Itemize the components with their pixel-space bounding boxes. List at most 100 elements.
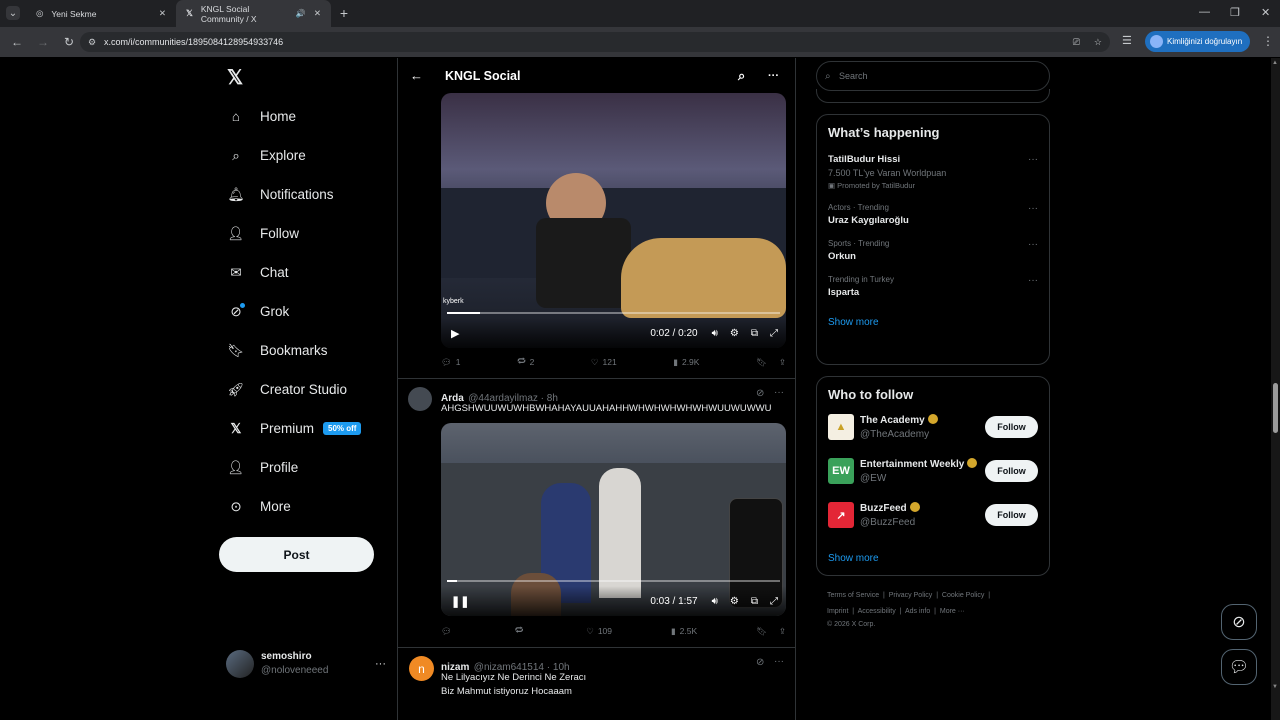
footer-link[interactable]: More ··· xyxy=(940,608,965,615)
views-button[interactable]: ▮ 2.5K xyxy=(671,625,697,637)
restore-icon[interactable]: ❐ xyxy=(1230,6,1240,19)
bookmark-star-icon[interactable]: ☆ xyxy=(1094,37,1102,48)
search-input[interactable]: ⌕ Search xyxy=(816,61,1050,91)
avatar[interactable]: n xyxy=(409,656,434,681)
tab-kngl-social[interactable]: 𝕏 KNGL Social Community / X 🔊 ✕ xyxy=(176,0,331,27)
minimize-icon[interactable]: — xyxy=(1199,6,1210,18)
nav-notifications[interactable]: 🔔︎ Notifications xyxy=(227,175,395,214)
like-button[interactable]: ♡ 121 xyxy=(591,356,617,368)
show-more-link[interactable]: Show more xyxy=(828,553,1038,564)
nav-bookmarks[interactable]: 🔖︎ Bookmarks xyxy=(227,331,395,370)
footer-link[interactable]: Privacy Policy xyxy=(889,592,933,599)
volume-icon[interactable]: 🔊︎ xyxy=(712,596,718,607)
nav-profile[interactable]: 👤︎ Profile xyxy=(227,448,395,487)
close-tab-icon[interactable]: ✕ xyxy=(314,8,321,19)
grok-icon[interactable]: ⊘ xyxy=(756,388,764,399)
new-tab-icon[interactable]: + xyxy=(337,5,351,21)
more-dots-icon[interactable]: ··· xyxy=(1028,154,1038,165)
share-icon[interactable]: ⇪ xyxy=(779,626,786,637)
address-bar[interactable]: ⚙ x.com/i/communities/189508412895493374… xyxy=(80,32,1110,52)
tab-new-tab[interactable]: ◎ Yeni Sekme ✕ xyxy=(26,0,176,27)
chrome-menu-icon[interactable]: ⋮ xyxy=(1262,34,1274,48)
more-dots-icon[interactable]: ··· xyxy=(774,656,784,667)
close-window-icon[interactable]: ✕ xyxy=(1261,6,1270,19)
avatar[interactable] xyxy=(408,387,432,411)
more-dots-icon[interactable]: ··· xyxy=(768,70,779,82)
follow-button[interactable]: Follow xyxy=(985,460,1038,482)
nav-chat[interactable]: ✉ Chat xyxy=(227,253,395,292)
chat-fab-button[interactable]: 💬︎ xyxy=(1221,649,1257,685)
reading-list-icon[interactable]: ☰ xyxy=(1122,34,1132,47)
trend-item[interactable]: TatilBudur Hissi 7.500 TL'ye Varan World… xyxy=(828,154,1038,190)
nav-more[interactable]: ⊙ More xyxy=(227,487,395,526)
footer-link[interactable]: Terms of Service xyxy=(827,592,879,599)
nav-home[interactable]: ⌂ Home xyxy=(227,97,395,136)
back-icon[interactable]: ← xyxy=(8,33,26,51)
profile-verify-button[interactable]: Kimliğinizi doğrulayın xyxy=(1145,31,1250,52)
pause-icon[interactable]: ❚❚ xyxy=(451,595,469,608)
nav-grok[interactable]: ⊘ Grok xyxy=(227,292,395,331)
follow-suggestion[interactable]: ▲ The Academy @TheAcademy Follow xyxy=(828,405,1038,449)
site-info-icon[interactable]: ⚙ xyxy=(88,37,96,48)
follow-button[interactable]: Follow xyxy=(985,416,1038,438)
grok-icon[interactable]: ⊘ xyxy=(756,657,764,668)
follow-suggestion[interactable]: ↗ BuzzFeed @BuzzFeed Follow xyxy=(828,493,1038,537)
trend-item[interactable]: Actors · Trending Uraz Kaygılaroğlu ··· xyxy=(828,203,1038,226)
fullscreen-icon[interactable]: ⤢ xyxy=(770,328,778,339)
pip-icon[interactable]: ⧉ xyxy=(751,328,758,339)
close-tab-icon[interactable]: ✕ xyxy=(159,8,166,19)
post-button[interactable]: Post xyxy=(219,537,374,572)
more-dots-icon[interactable]: ··· xyxy=(1028,203,1038,214)
account-switcher[interactable]: semoshiro @noloveneeed ··· xyxy=(226,648,386,680)
like-button[interactable]: ♡ 109 xyxy=(586,625,612,637)
more-dots-icon[interactable]: ··· xyxy=(375,658,386,670)
reload-icon[interactable]: ↻ xyxy=(60,33,78,51)
settings-icon[interactable]: ⚙ xyxy=(730,328,739,339)
footer-link[interactable]: Ads info xyxy=(905,608,930,615)
tweet-nizam[interactable]: n nizam @nizam641514 · 10h ⊘ ··· Ne Lily… xyxy=(398,647,795,720)
more-dots-icon[interactable]: ··· xyxy=(1028,275,1038,286)
audio-icon[interactable]: 🔊 xyxy=(296,9,306,18)
search-icon[interactable]: ⌕ xyxy=(738,68,745,84)
footer-link[interactable]: Cookie Policy xyxy=(942,592,984,599)
pip-icon[interactable]: ⧉ xyxy=(751,596,758,607)
video-progress-track[interactable] xyxy=(447,580,780,582)
repost-button[interactable]: 🔁︎ 2 xyxy=(517,356,534,368)
play-icon[interactable]: ▶ xyxy=(451,327,459,340)
tab-search-icon[interactable]: ⌄ xyxy=(6,6,20,20)
show-more-link[interactable]: Show more xyxy=(828,317,1038,328)
views-button[interactable]: ▮ 2.9K xyxy=(673,356,699,368)
back-arrow-icon[interactable]: ← xyxy=(410,68,423,83)
bookmark-button[interactable]: 🔖︎ ⇪ xyxy=(756,625,786,637)
follow-button[interactable]: Follow xyxy=(985,504,1038,526)
share-icon[interactable]: ⇪ xyxy=(779,357,786,368)
grok-fab-button[interactable]: ⊘ xyxy=(1221,604,1257,640)
nav-premium[interactable]: 𝕏 Premium 50% off xyxy=(227,409,395,448)
scroll-up-icon[interactable]: ▲ xyxy=(1272,60,1278,66)
video-player[interactable]: kyberk ▶ 0:02 / 0:20 🔊︎ ⚙ ⧉ ⤢ xyxy=(441,93,786,348)
bookmark-button[interactable]: 🔖︎ ⇪ xyxy=(756,356,786,368)
video-progress-track[interactable] xyxy=(447,312,780,314)
fullscreen-icon[interactable]: ⤢ xyxy=(770,596,778,607)
video-player[interactable]: ❚❚ 0:03 / 1:57 🔊︎ ⚙ ⧉ ⤢ xyxy=(441,423,786,616)
nav-creator-studio[interactable]: 🚀︎ Creator Studio xyxy=(227,370,395,409)
nav-explore[interactable]: ⌕ Explore xyxy=(227,136,395,175)
follow-suggestion[interactable]: EW Entertainment Weekly @EW Follow xyxy=(828,449,1038,493)
settings-icon[interactable]: ⚙ xyxy=(730,596,739,607)
install-icon[interactable]: ⎚ xyxy=(1073,37,1080,48)
nav-follow[interactable]: 👤︎ Follow xyxy=(227,214,395,253)
more-dots-icon[interactable]: ··· xyxy=(774,387,784,398)
forward-icon[interactable]: → xyxy=(34,33,52,51)
scroll-down-icon[interactable]: ▼ xyxy=(1272,684,1278,690)
repost-button[interactable]: 🔁︎ xyxy=(515,625,528,637)
reply-button[interactable]: 💬︎ xyxy=(441,625,456,637)
x-logo-icon[interactable]: 𝕏 xyxy=(227,65,243,90)
volume-icon[interactable]: 🔊︎ xyxy=(712,328,718,339)
footer-link[interactable]: Imprint xyxy=(827,608,848,615)
scrollbar-thumb[interactable] xyxy=(1273,383,1278,433)
more-dots-icon[interactable]: ··· xyxy=(1028,239,1038,250)
trend-item[interactable]: Trending in Turkey Isparta ··· xyxy=(828,275,1038,298)
footer-link[interactable]: Accessibility xyxy=(858,608,896,615)
reply-button[interactable]: 💬︎ 1 xyxy=(441,356,461,368)
trend-item[interactable]: Sports · Trending Orkun ··· xyxy=(828,239,1038,262)
